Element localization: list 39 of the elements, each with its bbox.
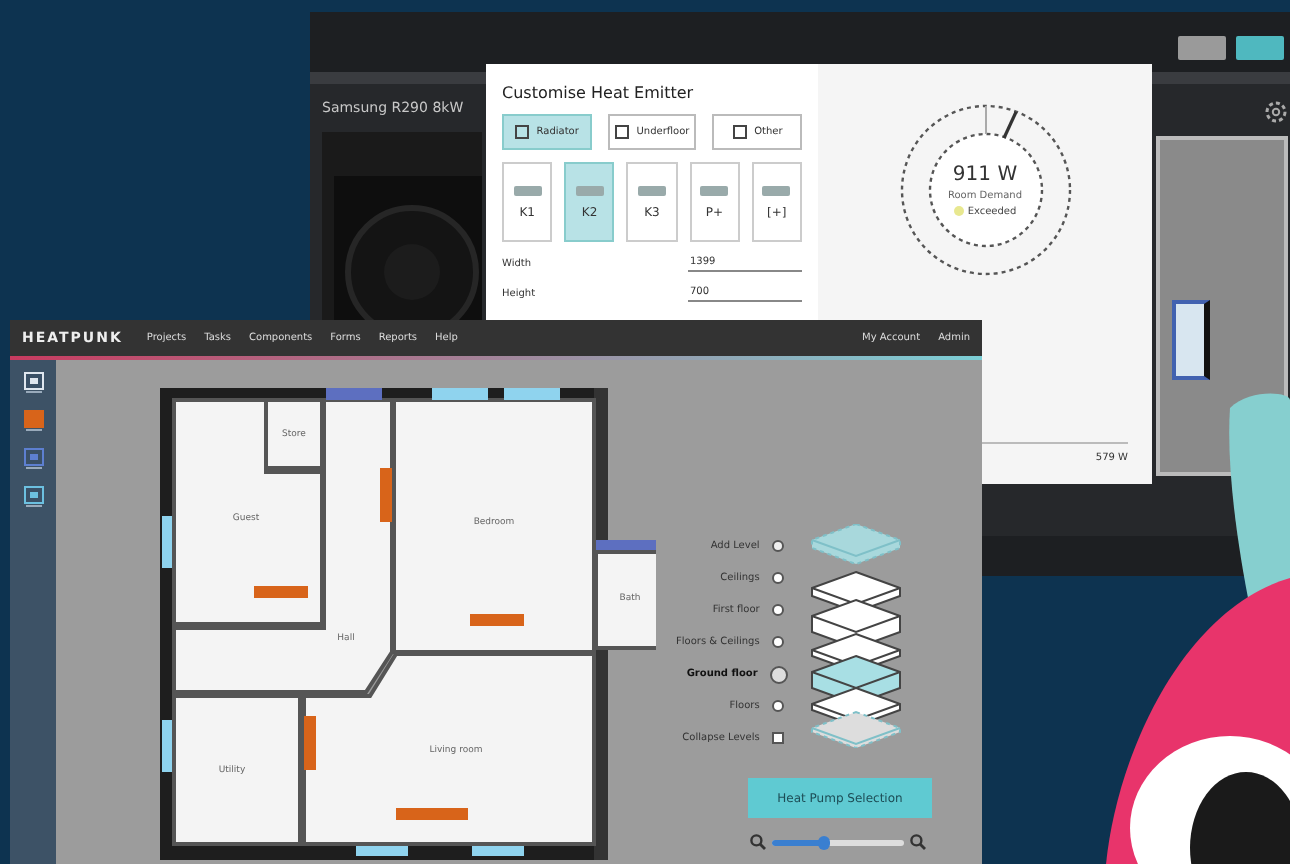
level-knob[interactable] — [771, 572, 784, 584]
radiator-mark — [396, 808, 468, 820]
zoom-in-icon — [910, 834, 926, 850]
dialog-title: Customise Heat Emitter — [502, 84, 696, 102]
radiator-icon — [575, 185, 604, 195]
radiator-icon — [638, 185, 666, 195]
window-mark — [432, 388, 488, 400]
emitter-icon — [514, 124, 531, 140]
level-knob[interactable] — [771, 732, 784, 744]
tool-icon[interactable] — [23, 448, 43, 470]
status-dot — [953, 206, 964, 216]
radiator-mark — [304, 716, 316, 770]
tool-icon[interactable] — [23, 410, 43, 432]
zoom-slider[interactable] — [772, 839, 904, 845]
radiator-mark — [470, 614, 524, 626]
radiator-icon — [762, 185, 791, 195]
radiator-mark — [254, 586, 308, 598]
emitter-icon — [614, 124, 631, 140]
window-mark — [472, 846, 524, 856]
radiator-icon — [700, 185, 729, 195]
window-mark — [356, 846, 408, 856]
zoom-out-icon — [750, 834, 766, 850]
level-knob[interactable] — [771, 540, 784, 552]
window-mark — [504, 388, 560, 400]
room-shape — [1172, 300, 1210, 380]
window-mark — [162, 516, 172, 568]
radiator-mark — [380, 468, 392, 522]
radiator-icon — [513, 185, 542, 195]
window-mark — [326, 388, 382, 400]
level-knob[interactable] — [771, 700, 784, 712]
settings-icon — [1264, 100, 1288, 124]
emitter-icon — [732, 124, 749, 140]
level-knob[interactable] — [769, 665, 788, 683]
tool-icon[interactable] — [23, 372, 43, 394]
window-mark — [162, 720, 172, 772]
tool-icon[interactable] — [23, 486, 43, 508]
demand-value: 911 W — [952, 163, 1018, 185]
level-knob[interactable] — [771, 636, 784, 648]
level-knob[interactable] — [771, 604, 784, 616]
